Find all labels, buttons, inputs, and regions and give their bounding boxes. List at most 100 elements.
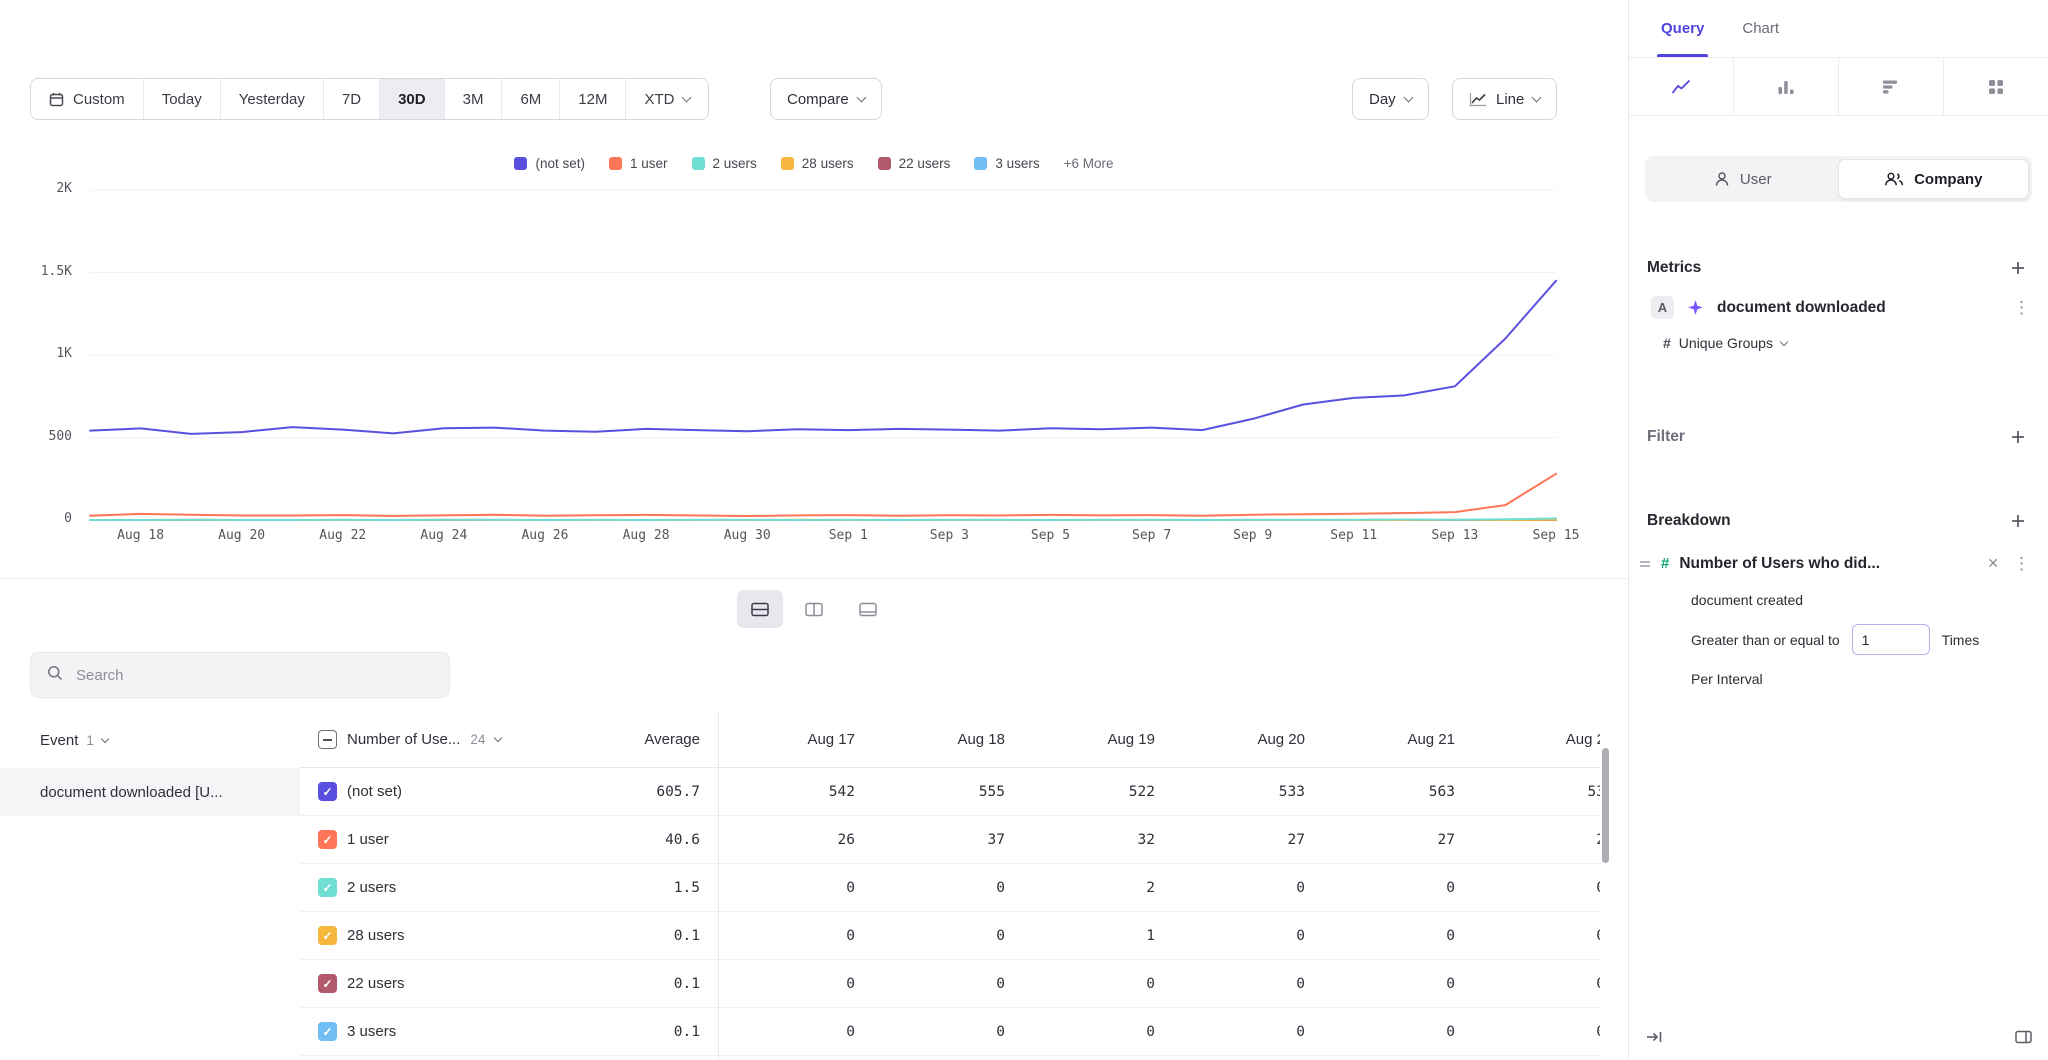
chevron-down-icon	[1780, 337, 1788, 345]
cell-value: 0	[1468, 880, 1600, 896]
breakdown-card-title[interactable]: Number of Users who did...	[1679, 555, 1880, 573]
drag-handle-icon[interactable]	[1639, 559, 1651, 569]
chevron-down-icon	[101, 734, 109, 742]
y-tick-label: 500	[0, 429, 72, 444]
viz-bar-tab[interactable]	[1734, 58, 1839, 115]
add-filter-button[interactable]	[2006, 425, 2030, 449]
entity-company-label: Company	[1914, 171, 1982, 188]
legend-item[interactable]: 22 users	[878, 156, 951, 171]
row-checkbox[interactable]: ✓	[318, 974, 337, 993]
event-item[interactable]: document downloaded [U...	[0, 768, 300, 816]
row-checkbox[interactable]: ✓	[318, 782, 337, 801]
layout-split-vertical-button[interactable]	[791, 590, 837, 628]
layout-split-horizontal-button[interactable]	[737, 590, 783, 628]
line-chart	[90, 190, 1556, 520]
tab-query[interactable]: Query	[1661, 0, 1704, 57]
breakdown-per-interval[interactable]: Per Interval	[1691, 671, 2034, 687]
cell-average: 40.6	[560, 832, 718, 848]
legend-swatch	[609, 157, 622, 170]
group-column-label[interactable]: Number of Use...	[347, 731, 460, 748]
range-yesterday[interactable]: Yesterday	[221, 79, 324, 119]
x-tick-label: Sep 15	[1533, 528, 1580, 543]
legend-more[interactable]: +6 More	[1064, 156, 1114, 171]
x-tick-label: Sep 5	[1031, 528, 1070, 543]
granularity-button[interactable]: Day	[1352, 78, 1429, 120]
add-metric-button[interactable]	[2006, 256, 2030, 280]
column-header-date[interactable]: Aug 21	[1318, 731, 1468, 748]
legend-item[interactable]: 1 user	[609, 156, 668, 171]
toggle-sidebar-icon[interactable]	[2015, 1030, 2032, 1044]
column-header-date[interactable]: Aug 17	[718, 731, 868, 748]
search-input[interactable]	[74, 666, 433, 685]
split-vertical-icon	[805, 602, 823, 617]
metric-menu-icon[interactable]: ⋮	[2009, 297, 2034, 318]
event-column-header[interactable]: Event 1	[0, 712, 300, 768]
range-12m[interactable]: 12M	[560, 79, 626, 119]
legend-swatch	[781, 157, 794, 170]
metric-card: A document downloaded ⋮ # Unique Groups	[1651, 296, 2034, 351]
add-breakdown-button[interactable]	[2006, 509, 2030, 533]
row-checkbox[interactable]: ✓	[318, 830, 337, 849]
cell-value: 522	[1018, 784, 1168, 800]
range-today[interactable]: Today	[144, 79, 221, 119]
range-label: XTD	[644, 91, 674, 108]
cell-value: 37	[868, 832, 1018, 848]
metrics-section-header: Metrics	[1647, 256, 2030, 280]
viz-line-tab[interactable]	[1629, 58, 1734, 115]
cell-value: 0	[1318, 1024, 1468, 1040]
cell-value: 0	[1318, 880, 1468, 896]
compare-button[interactable]: Compare	[770, 78, 882, 120]
viz-horizontal-bar-tab[interactable]	[1839, 58, 1944, 115]
select-all-checkbox[interactable]	[318, 730, 337, 749]
breakdown-title: Breakdown	[1647, 512, 1731, 530]
tab-chart[interactable]: Chart	[1742, 0, 1779, 57]
collapse-panel-icon[interactable]	[1645, 1029, 1663, 1045]
close-icon[interactable]: ✕	[1987, 555, 1999, 572]
row-label: 1 user	[347, 831, 389, 848]
cell-average: 1.5	[560, 880, 718, 896]
range-xtd[interactable]: XTD	[626, 79, 708, 119]
series-line[interactable]	[90, 518, 1556, 520]
x-tick-label: Aug 22	[319, 528, 366, 543]
range-6m[interactable]: 6M	[502, 79, 560, 119]
range-30d[interactable]: 30D	[380, 79, 445, 119]
query-panel: Query Chart	[1628, 0, 2048, 1060]
legend-item[interactable]: 28 users	[781, 156, 854, 171]
legend-item[interactable]: 3 users	[974, 156, 1039, 171]
cell-average: 0.1	[560, 928, 718, 944]
cell-average: 605.7	[560, 784, 718, 800]
search-icon	[47, 665, 63, 685]
series-line[interactable]	[90, 281, 1556, 434]
calendar-icon	[49, 92, 64, 107]
aggregation-selector[interactable]: # Unique Groups	[1663, 335, 2034, 351]
column-header-average[interactable]: Average	[560, 731, 718, 748]
entity-company-option[interactable]: Company	[1838, 159, 2030, 199]
breakdown-value-input[interactable]	[1852, 624, 1930, 655]
range-custom[interactable]: Custom	[31, 79, 144, 119]
column-header-date[interactable]: Aug 20	[1168, 731, 1318, 748]
entity-user-option[interactable]: User	[1648, 159, 1838, 199]
layout-bottom-panel-button[interactable]	[845, 590, 891, 628]
range-3m[interactable]: 3M	[445, 79, 503, 119]
table-row: ✓2 users1.5002000	[300, 864, 1600, 912]
range-7d[interactable]: 7D	[324, 79, 380, 119]
chart-type-button[interactable]: Line	[1452, 78, 1557, 120]
row-checkbox[interactable]: ✓	[318, 926, 337, 945]
row-checkbox[interactable]: ✓	[318, 878, 337, 897]
column-header-date[interactable]: Aug 18	[868, 731, 1018, 748]
x-tick-label: Aug 20	[218, 528, 265, 543]
metric-name[interactable]: document downloaded	[1717, 299, 1996, 317]
chevron-down-icon	[856, 93, 866, 103]
cell-value: 2	[1018, 880, 1168, 896]
viz-metric-grid-tab[interactable]	[1944, 58, 2048, 115]
table-scrollbar[interactable]	[1602, 748, 1609, 863]
breakdown-condition[interactable]: Greater than or equal to	[1691, 632, 1840, 648]
series-line[interactable]	[90, 474, 1556, 516]
column-header-date[interactable]: Aug 2	[1468, 731, 1600, 748]
breakdown-menu-icon[interactable]: ⋮	[2009, 553, 2034, 574]
legend-item[interactable]: 2 users	[692, 156, 757, 171]
cell-average: 0.1	[560, 1024, 718, 1040]
row-checkbox[interactable]: ✓	[318, 1022, 337, 1041]
legend-item[interactable]: (not set)	[514, 156, 585, 171]
column-header-date[interactable]: Aug 19	[1018, 731, 1168, 748]
